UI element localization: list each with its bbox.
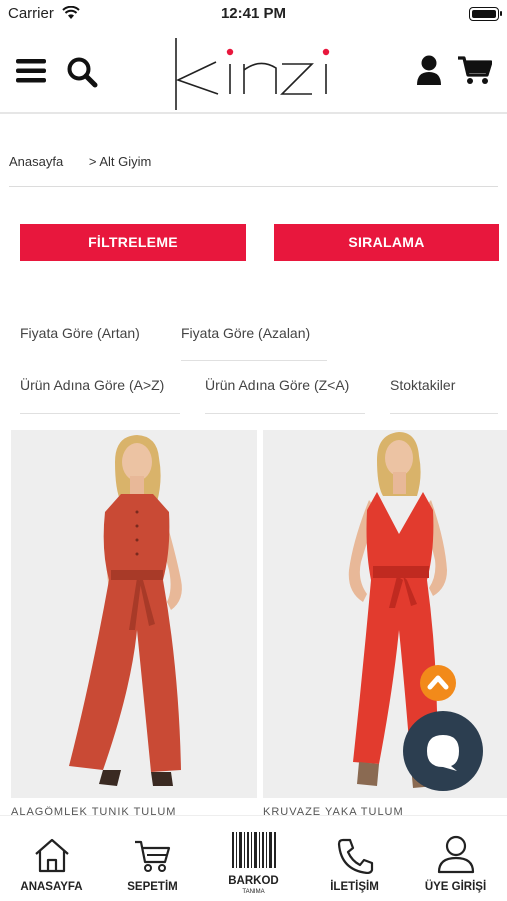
search-icon[interactable] <box>66 56 98 88</box>
chat-bubble-icon <box>427 735 459 771</box>
tab-cart-label: SEPETİM <box>127 881 178 893</box>
sort-option-in-stock[interactable]: Stoktakiler <box>390 377 455 397</box>
filter-button[interactable]: FİLTRELEME <box>20 224 246 261</box>
tab-cart[interactable]: SEPETİM <box>102 816 203 901</box>
sort-button[interactable]: SIRALAMA <box>274 224 499 261</box>
divider <box>9 186 498 187</box>
sort-option-underline <box>390 413 498 414</box>
product-image[interactable] <box>11 430 257 798</box>
tab-contact-label: İLETİŞİM <box>330 881 379 893</box>
clock: 12:41 PM <box>220 5 287 22</box>
sort-option-underline <box>181 360 327 361</box>
scroll-to-top-button[interactable] <box>420 665 456 701</box>
tab-contact[interactable]: İLETİŞİM <box>304 816 405 901</box>
sort-option-price-asc[interactable]: Fiyata Göre (Artan) <box>20 325 140 345</box>
cart-icon[interactable] <box>458 56 492 86</box>
app-header <box>0 28 507 114</box>
sort-option-underline <box>20 413 180 414</box>
tab-barcode-label: BARKOD <box>228 875 279 887</box>
status-bar: Carrier 12:41 PM <box>0 0 507 28</box>
breadcrumb: Anasayfa > Alt Giyim <box>9 154 151 169</box>
tab-barcode[interactable]: BARKOD TANIMA <box>203 816 304 901</box>
tab-home-label: ANASAYFA <box>20 881 83 893</box>
user-icon[interactable] <box>416 54 442 86</box>
sort-option-underline <box>205 413 365 414</box>
tab-barcode-sublabel: TANIMA <box>242 889 265 895</box>
kinzi-logo[interactable] <box>172 38 334 110</box>
phone-icon <box>337 838 373 874</box>
home-icon <box>34 838 69 873</box>
tab-login-label: ÜYE GİRİŞİ <box>424 881 487 893</box>
tab-login[interactable]: ÜYE GİRİŞİ <box>405 816 506 901</box>
hamburger-icon[interactable] <box>16 58 46 84</box>
sort-option-name-asc[interactable]: Ürün Adına Göre (A>Z) <box>20 377 164 397</box>
barcode-icon <box>231 832 276 868</box>
product-card[interactable] <box>11 430 257 798</box>
sort-option-price-desc[interactable]: Fiyata Göre (Azalan) <box>181 325 310 345</box>
tab-home[interactable]: ANASAYFA <box>1 816 102 901</box>
chevron-up-icon <box>427 675 449 690</box>
breadcrumb-current: > Alt Giyim <box>88 154 152 169</box>
battery-icon <box>469 7 502 21</box>
live-chat-button[interactable] <box>403 711 483 791</box>
breadcrumb-home[interactable]: Anasayfa <box>9 154 63 169</box>
sort-option-name-desc[interactable]: Ürün Adına Göre (Z<A) <box>205 377 349 397</box>
user-icon <box>437 835 474 874</box>
bottom-tab-bar: ANASAYFA SEPETİM BARKOD TANIMA İLETİŞİM <box>0 815 507 900</box>
cart-icon <box>134 840 170 872</box>
